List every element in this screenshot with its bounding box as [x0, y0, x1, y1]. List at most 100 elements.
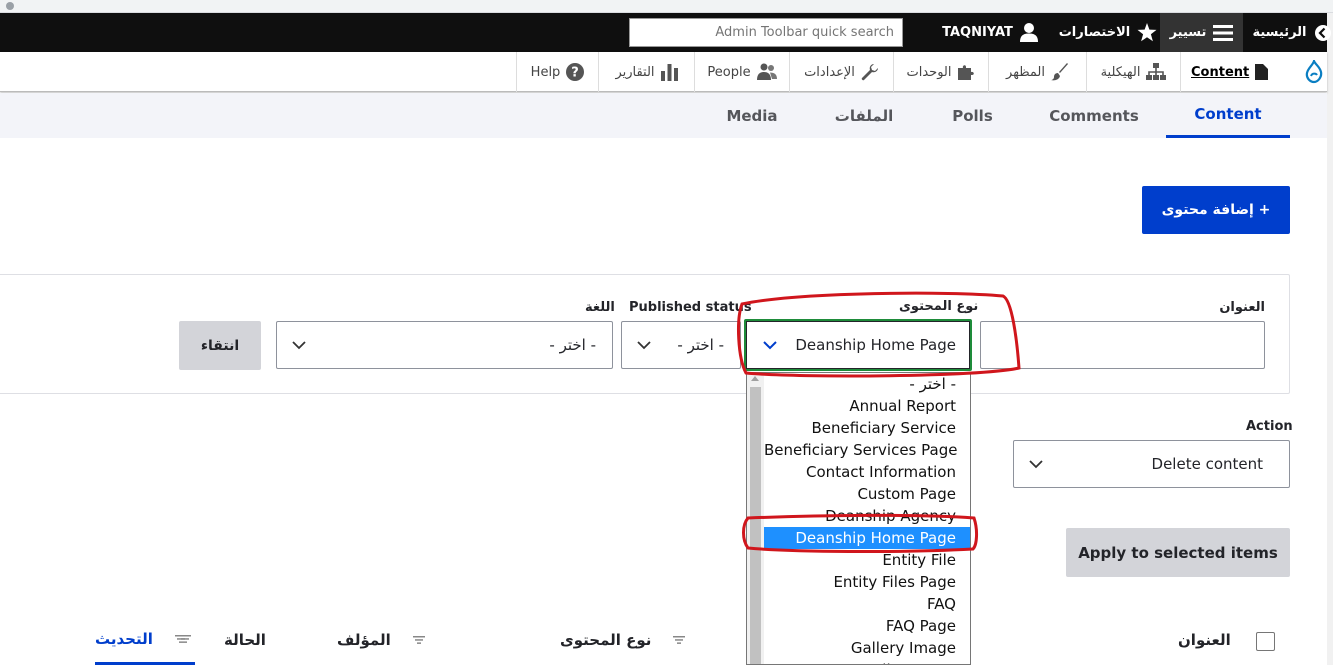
- hamburger-menu-icon: [1213, 24, 1234, 41]
- dropdown-option[interactable]: Beneficiary Services Page: [764, 439, 970, 461]
- toolbar-home-link[interactable]: الرئيسية: [1252, 13, 1331, 52]
- bar-chart-icon: [660, 63, 678, 81]
- tray-item-appearance-label: المظهر: [1006, 64, 1045, 80]
- tab-media[interactable]: Media: [705, 93, 799, 138]
- action-label: Action: [1246, 419, 1293, 434]
- column-header-author-label: المؤلف: [337, 631, 391, 649]
- tray-item-extend-label: الوحدات: [906, 64, 952, 80]
- toolbar-user-tab[interactable]: TAQNIYAT: [935, 13, 1045, 52]
- dropdown-scrollbar[interactable]: [747, 373, 764, 664]
- content-type-filter-label: نوع المحتوى: [899, 299, 979, 314]
- sort-icon: [673, 636, 686, 644]
- chevron-down-icon: [292, 341, 306, 350]
- primary-tabs: Content Comments Polls الملفات Media: [0, 93, 1327, 138]
- toolbar-manage-tab[interactable]: تسيير: [1160, 13, 1243, 52]
- column-header-status[interactable]: الحالة: [224, 615, 324, 665]
- language-select[interactable]: - اختر -: [276, 321, 613, 369]
- toolbar-shortcuts-label: الاختصارات: [1058, 25, 1131, 40]
- dropdown-option[interactable]: Entity File: [764, 549, 970, 571]
- tray-item-configuration[interactable]: الإعدادات: [789, 52, 893, 92]
- tray-item-appearance[interactable]: المظهر: [988, 52, 1086, 92]
- user-icon: [1019, 23, 1038, 42]
- published-status-filter-label: Published status: [629, 300, 752, 315]
- column-header-status-label: الحالة: [224, 631, 266, 649]
- bulk-action-select[interactable]: Delete content: [1013, 440, 1290, 488]
- dropdown-option[interactable]: Contact Information: [764, 461, 970, 483]
- dropdown-option[interactable]: Beneficiary Service: [764, 417, 970, 439]
- chevron-down-icon: [763, 341, 777, 350]
- tray-item-reports-label: التقارير: [615, 64, 655, 80]
- dropdown-option[interactable]: FAQ: [764, 593, 970, 615]
- dropdown-option[interactable]: - اختر -: [764, 373, 970, 395]
- dropdown-scrollbar-thumb[interactable]: [750, 387, 761, 664]
- published-status-select-value: - اختر -: [677, 336, 724, 354]
- admin-tray: Content الهيكلية المظهر الوحدات الإعدادا…: [0, 52, 1327, 92]
- toolbar-user-label: TAQNIYAT: [942, 25, 1013, 40]
- dropdown-option[interactable]: Deanship Home Page: [764, 527, 970, 549]
- browser-indicator-icon: [6, 2, 14, 10]
- tab-polls[interactable]: Polls: [925, 93, 1020, 138]
- svg-text:?: ?: [572, 66, 580, 81]
- document-icon: [1255, 64, 1269, 80]
- title-filter-input[interactable]: [980, 321, 1265, 369]
- dropdown-option[interactable]: Gallery Page: [764, 659, 970, 664]
- select-all-checkbox[interactable]: [1256, 632, 1275, 651]
- tray-item-people-label: People: [707, 64, 751, 80]
- tab-files[interactable]: الملفات: [815, 93, 913, 138]
- column-header-author[interactable]: المؤلف: [337, 615, 437, 665]
- tray-item-extend[interactable]: الوحدات: [893, 52, 988, 92]
- tray-item-reports[interactable]: التقارير: [598, 52, 694, 92]
- tray-item-structure[interactable]: الهيكلية: [1086, 52, 1180, 92]
- help-icon: ?: [566, 63, 585, 81]
- page-scrollbar[interactable]: [1327, 13, 1333, 665]
- scroll-up-icon[interactable]: [751, 376, 759, 381]
- wrench-icon: [861, 64, 878, 81]
- toolbar-home-label: الرئيسية: [1252, 25, 1307, 40]
- tray-item-help-label: Help: [530, 64, 561, 80]
- structure-icon: [1146, 63, 1167, 80]
- filter-apply-button[interactable]: انتقاء: [179, 321, 261, 370]
- tray-item-people[interactable]: People: [694, 52, 789, 92]
- apply-to-selected-button[interactable]: Apply to selected items: [1066, 528, 1290, 577]
- language-select-value: - اختر -: [549, 336, 596, 354]
- puzzle-icon: [957, 65, 974, 80]
- add-content-button[interactable]: + إضافة محتوى: [1142, 186, 1290, 234]
- column-header-content-type-label: نوع المحتوى: [560, 631, 652, 649]
- browser-tab-strip: [0, 0, 1333, 13]
- published-status-select[interactable]: - اختر -: [621, 321, 741, 369]
- people-icon: [756, 63, 777, 80]
- sort-icon: [412, 636, 425, 644]
- dropdown-option[interactable]: Entity Files Page: [764, 571, 970, 593]
- tray-item-content[interactable]: Content: [1180, 52, 1282, 92]
- title-filter-label: العنوان: [1219, 300, 1265, 315]
- language-filter-label: اللغة: [585, 300, 615, 315]
- dropdown-option[interactable]: Deanship Agency: [764, 505, 970, 527]
- dropdown-option[interactable]: Gallery Image: [764, 637, 970, 659]
- dropdown-option[interactable]: FAQ Page: [764, 615, 970, 637]
- sort-icon: [179, 635, 191, 643]
- tray-item-structure-label: الهيكلية: [1100, 64, 1141, 80]
- toolbar-shortcuts-tab[interactable]: الاختصارات: [1059, 13, 1157, 52]
- tray-item-content-label: Content: [1191, 64, 1250, 80]
- tab-comments[interactable]: Comments: [1033, 93, 1155, 138]
- column-header-updated-label: التحديث: [95, 629, 153, 648]
- dropdown-option[interactable]: Custom Page: [764, 483, 970, 505]
- dropdown-options: - اختر - Annual Report Beneficiary Service…: [764, 373, 970, 664]
- chevron-down-icon: [637, 341, 651, 350]
- column-header-content-type[interactable]: نوع المحتوى: [560, 615, 690, 665]
- tray-item-configuration-label: الإعدادات: [804, 64, 855, 80]
- bulk-action-select-value: Delete content: [1151, 455, 1263, 473]
- admin-toolbar: الرئيسية تسيير الاختصارات TAQNIYAT: [0, 13, 1331, 52]
- back-arrow-icon: [1314, 24, 1331, 41]
- quick-search-input[interactable]: [629, 18, 903, 47]
- content-type-select[interactable]: Deanship Home Page: [744, 319, 972, 371]
- content-type-dropdown-list[interactable]: - اختر - Annual Report Beneficiary Service…: [746, 372, 971, 665]
- tab-content[interactable]: Content: [1166, 93, 1290, 138]
- chevron-down-icon: [1029, 460, 1043, 469]
- dropdown-option[interactable]: Annual Report: [764, 395, 970, 417]
- content-table-header: العنوان نوع المحتوى المؤلف الحالة التحدي…: [0, 615, 1327, 665]
- paintbrush-icon: [1050, 63, 1068, 81]
- toolbar-manage-label: تسيير: [1169, 25, 1207, 40]
- tray-item-help[interactable]: Help ?: [516, 52, 598, 92]
- column-header-title[interactable]: العنوان: [1178, 615, 1248, 665]
